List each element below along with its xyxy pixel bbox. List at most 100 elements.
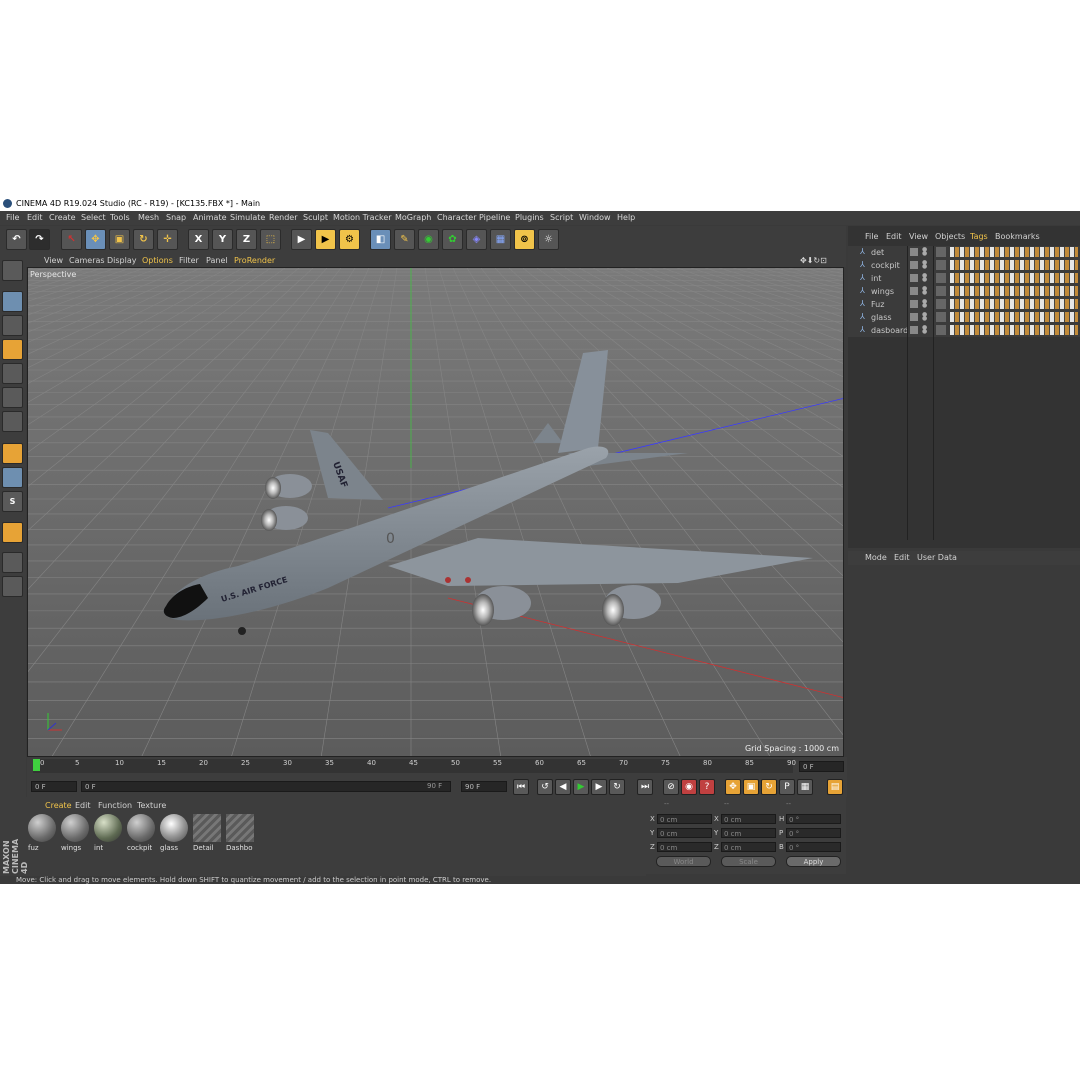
deformer-button[interactable]: ◈ bbox=[466, 229, 487, 250]
edit-render-settings-button[interactable]: ⚙ bbox=[339, 229, 360, 250]
tag-icon[interactable] bbox=[936, 260, 946, 270]
column-divider[interactable] bbox=[933, 246, 934, 540]
workplane-mode-icon[interactable] bbox=[2, 339, 23, 360]
redo-button[interactable]: ↷ bbox=[29, 229, 50, 250]
position-y-field[interactable]: 0 cm bbox=[657, 828, 712, 838]
menu-snap[interactable]: Snap bbox=[166, 211, 186, 225]
tag-icon[interactable] bbox=[936, 312, 946, 322]
camera-button[interactable]: ⊚ bbox=[514, 229, 535, 250]
render-picture-viewer-button[interactable]: ▶ bbox=[315, 229, 336, 250]
material-swatch-fuz[interactable]: fuz bbox=[27, 813, 57, 853]
tag-icon[interactable] bbox=[936, 247, 946, 257]
material-tags[interactable] bbox=[950, 260, 1078, 270]
viewport-menu-options[interactable]: Options bbox=[142, 254, 173, 267]
menu-character[interactable]: Character bbox=[437, 211, 477, 225]
record-rotation-button[interactable]: ↻ bbox=[761, 779, 777, 795]
axis-y-button[interactable]: Y bbox=[212, 229, 233, 250]
menu-plugins[interactable]: Plugins bbox=[515, 211, 544, 225]
array-button[interactable]: ✿ bbox=[442, 229, 463, 250]
layer-checkbox[interactable] bbox=[910, 261, 918, 269]
tag-icon[interactable] bbox=[936, 286, 946, 296]
object-row-glass[interactable]: ⅄ glass ● ● bbox=[848, 311, 1080, 324]
undo-button[interactable]: ↶ bbox=[6, 229, 27, 250]
record-pla-button[interactable]: ▦ bbox=[797, 779, 813, 795]
record-parameter-button[interactable]: P bbox=[779, 779, 795, 795]
layer-checkbox[interactable] bbox=[910, 313, 918, 321]
planar-workplane-icon[interactable] bbox=[2, 576, 23, 597]
snap-magnet-icon[interactable] bbox=[2, 522, 23, 543]
apply-button[interactable]: Apply bbox=[786, 856, 841, 867]
go-to-end-button[interactable]: ⏭ bbox=[637, 779, 653, 795]
timeline-ruler[interactable]: 0 5 10 15 20 25 30 35 40 45 50 55 60 65 … bbox=[27, 757, 847, 777]
material-swatch-int[interactable]: int bbox=[93, 813, 123, 853]
position-z-field[interactable]: 0 cm bbox=[657, 842, 712, 852]
menu-mograph[interactable]: MoGraph bbox=[395, 211, 431, 225]
menu-edit[interactable]: Edit bbox=[27, 211, 43, 225]
rotation-p-field[interactable]: 0 ° bbox=[786, 828, 841, 838]
material-menu-function[interactable]: Function bbox=[98, 799, 132, 812]
perspective-viewport[interactable]: U.S. AIR FORCE USAF 0 Perspective Grid S… bbox=[27, 267, 844, 757]
menu-mesh[interactable]: Mesh bbox=[138, 211, 159, 225]
visibility-dots[interactable]: ● ● bbox=[922, 312, 928, 322]
menu-window[interactable]: Window bbox=[579, 211, 611, 225]
material-tags[interactable] bbox=[950, 286, 1078, 296]
material-tags[interactable] bbox=[950, 247, 1078, 257]
viewport-menu-display[interactable]: Display bbox=[107, 254, 137, 267]
menu-simulate[interactable]: Simulate bbox=[230, 211, 265, 225]
material-tags[interactable] bbox=[950, 273, 1078, 283]
menu-motion-tracker[interactable]: Motion Tracker bbox=[333, 211, 392, 225]
axis-z-button[interactable]: Z bbox=[236, 229, 257, 250]
menu-script[interactable]: Script bbox=[550, 211, 573, 225]
points-mode-icon[interactable] bbox=[2, 363, 23, 384]
record-active-objects-button[interactable]: ⊘ bbox=[663, 779, 679, 795]
position-x-field[interactable]: 0 cm bbox=[657, 814, 712, 824]
viewport-menu-panel[interactable]: Panel bbox=[206, 254, 228, 267]
current-frame-field[interactable]: 0 F bbox=[31, 781, 77, 792]
model-mode-icon[interactable] bbox=[2, 291, 23, 312]
next-key-button[interactable]: ↻ bbox=[609, 779, 625, 795]
max-frame-field[interactable]: 90 F bbox=[461, 781, 507, 792]
object-row-fuz[interactable]: ⅄ Fuz ● ● bbox=[848, 298, 1080, 311]
world-dropdown[interactable]: World bbox=[656, 856, 711, 867]
object-row-int[interactable]: ⅄ int ● ● bbox=[848, 272, 1080, 285]
solo-mode-icon[interactable]: S bbox=[2, 491, 23, 512]
attributes-menu-mode[interactable]: Mode bbox=[865, 551, 887, 565]
polygons-mode-icon[interactable] bbox=[2, 411, 23, 432]
objects-menu-bookmarks[interactable]: Bookmarks bbox=[995, 230, 1040, 244]
visibility-dots[interactable]: ● ● bbox=[922, 325, 928, 335]
object-row-wings[interactable]: ⅄ wings ● ● bbox=[848, 285, 1080, 298]
column-divider[interactable] bbox=[907, 246, 908, 540]
viewport-menu-prorender[interactable]: ProRender bbox=[234, 254, 275, 267]
visibility-dots[interactable]: ● ● bbox=[922, 299, 928, 309]
menu-render[interactable]: Render bbox=[269, 211, 297, 225]
material-swatch-cockpit[interactable]: cockpit bbox=[126, 813, 156, 853]
keyframe-selection-button[interactable]: ? bbox=[699, 779, 715, 795]
material-swatch-wings[interactable]: wings bbox=[60, 813, 90, 853]
previous-key-button[interactable]: ↺ bbox=[537, 779, 553, 795]
menu-select[interactable]: Select bbox=[81, 211, 106, 225]
scale-tool-button[interactable]: ▣ bbox=[109, 229, 130, 250]
size-x-field[interactable]: 0 cm bbox=[721, 814, 776, 824]
objects-menu-edit[interactable]: Edit bbox=[886, 230, 902, 244]
size-y-field[interactable]: 0 cm bbox=[721, 828, 776, 838]
tag-icon[interactable] bbox=[936, 299, 946, 309]
locked-workplane-icon[interactable] bbox=[2, 552, 23, 573]
object-row-cockpit[interactable]: ⅄ cockpit ● ● bbox=[848, 259, 1080, 272]
play-button[interactable]: ▶ bbox=[573, 779, 589, 795]
layer-checkbox[interactable] bbox=[910, 300, 918, 308]
render-view-button[interactable]: ▶ bbox=[291, 229, 312, 250]
floor-button[interactable]: ▦ bbox=[490, 229, 511, 250]
range-slider-start[interactable]: 0 F bbox=[81, 781, 451, 792]
menu-pipeline[interactable]: Pipeline bbox=[479, 211, 510, 225]
live-select-button[interactable]: ↖ bbox=[61, 229, 82, 250]
material-swatch-detail[interactable]: Detail bbox=[192, 813, 222, 853]
move-tool-button[interactable]: ✥ bbox=[85, 229, 106, 250]
material-tags[interactable] bbox=[950, 299, 1078, 309]
cube-primitive-button[interactable]: ◧ bbox=[370, 229, 391, 250]
next-frame-button[interactable]: ▶ bbox=[591, 779, 607, 795]
recent-tool-button[interactable]: ✛ bbox=[157, 229, 178, 250]
visibility-dots[interactable]: ● ● bbox=[922, 260, 928, 270]
go-to-start-button[interactable]: ⏮ bbox=[513, 779, 529, 795]
tweak-mode-icon[interactable] bbox=[2, 467, 23, 488]
subdivision-button[interactable]: ◉ bbox=[418, 229, 439, 250]
